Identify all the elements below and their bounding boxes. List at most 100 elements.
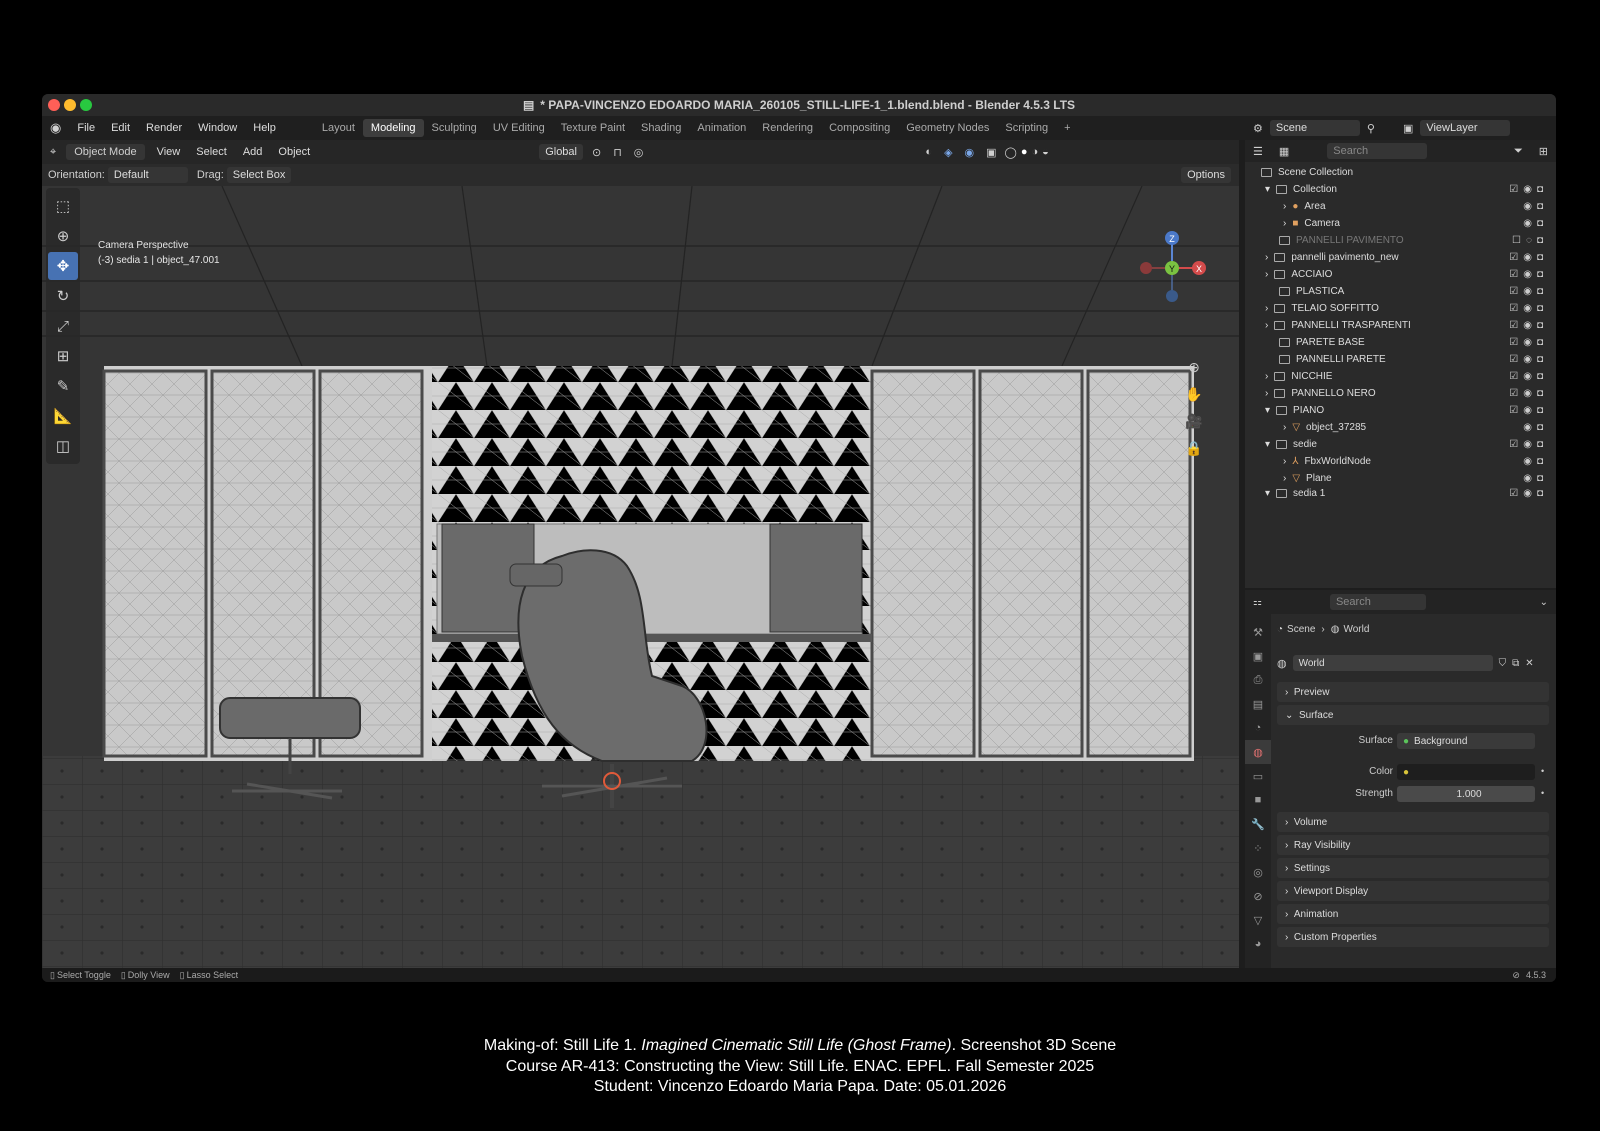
properties-editor-icon[interactable]: ⚏ <box>1253 597 1262 608</box>
outliner-row[interactable]: › ▽ Plane ◉◘ <box>1245 470 1556 487</box>
tab-scripting[interactable]: Scripting <box>997 119 1056 137</box>
material-shading-icon[interactable]: ◑ <box>1032 146 1039 158</box>
outliner-row[interactable]: ▾ PIANO ☑◉◘ <box>1245 402 1556 419</box>
menu-window[interactable]: Window <box>190 122 245 134</box>
new-world-icon[interactable]: ⧉ <box>1512 658 1519 669</box>
properties-search-input[interactable]: Search <box>1329 594 1426 610</box>
viewport-menu-object[interactable]: Object <box>270 146 318 158</box>
transform-icon[interactable]: ⊞ <box>48 342 78 370</box>
mode-dropdown[interactable]: Object Mode <box>66 144 145 160</box>
3d-viewport[interactable]: ⌖ Object Mode View Select Add Object Glo… <box>42 140 1239 968</box>
overlay-icon[interactable]: ◉ <box>965 146 975 159</box>
outliner-search-input[interactable]: Search <box>1327 143 1428 159</box>
scene-wireframe[interactable]: Z X Y <box>42 186 1239 968</box>
tab-sculpting[interactable]: Sculpting <box>424 119 485 137</box>
outliner-row[interactable]: › ⅄ FbxWorldNode ◉◘ <box>1245 453 1556 470</box>
options-dropdown[interactable]: Options <box>1181 167 1231 183</box>
tab-animation[interactable]: Animation <box>689 119 754 137</box>
outliner-row[interactable]: PANNELLI PARETE ☑◉◘ <box>1245 351 1556 368</box>
add-workspace-icon[interactable]: + <box>1056 119 1078 137</box>
panel-surface[interactable]: ⌄ Surface <box>1277 705 1549 725</box>
render-tab-icon[interactable]: ▣ <box>1245 644 1271 668</box>
outliner-row[interactable]: › TELAIO SOFFITTO ☑◉◘ <box>1245 300 1556 317</box>
filter-icon[interactable]: ⏷ <box>1514 145 1523 158</box>
properties-menu-icon[interactable]: ⌄ <box>1540 597 1548 608</box>
scale-icon[interactable]: ⤢ <box>48 312 78 340</box>
outliner-row[interactable]: › ■ Camera ◉◘ <box>1245 215 1556 232</box>
menu-edit[interactable]: Edit <box>103 122 138 134</box>
outliner-row[interactable]: › ▽ object_37285 ◉◘ <box>1245 419 1556 436</box>
outliner-row[interactable]: PLASTICA ☑◉◘ <box>1245 283 1556 300</box>
orientation-dropdown[interactable]: Default <box>107 167 188 183</box>
outliner-row[interactable]: PANNELLI PAVIMENTO ☐◌◘ <box>1245 232 1556 249</box>
pan-hand-icon[interactable]: ✋ <box>1182 382 1206 406</box>
move-icon[interactable]: ✥ <box>48 252 78 280</box>
outliner-row[interactable]: ▾ Collection ☑◉◘ <box>1245 181 1556 198</box>
object-tab-icon[interactable]: ■ <box>1245 788 1271 812</box>
camera-view-icon[interactable]: 🎥 <box>1182 409 1206 433</box>
wireframe-shading-icon[interactable]: ◯ <box>1005 146 1017 159</box>
tab-shading[interactable]: Shading <box>633 119 689 137</box>
lock-icon[interactable]: 🔒 <box>1182 436 1206 460</box>
outliner-editor-icon[interactable]: ☰ <box>1253 145 1263 158</box>
outliner-row[interactable]: › ● Area ◉◘ <box>1245 198 1556 215</box>
solid-shading-icon[interactable]: ● <box>1021 146 1028 158</box>
outliner-row-scene-collection[interactable]: Scene Collection <box>1245 164 1556 181</box>
xray-icon[interactable]: ▣ <box>986 146 996 159</box>
new-collection-icon[interactable]: ⊞ <box>1539 145 1548 158</box>
rendered-shading-icon[interactable]: ◒ <box>1042 146 1049 158</box>
select-box-icon[interactable]: ⬚ <box>48 192 78 220</box>
zoom-icon[interactable]: ⊕ <box>1182 355 1206 379</box>
unlink-icon[interactable]: ✕ <box>1525 658 1533 669</box>
surface-shader-field[interactable]: ● Background <box>1397 733 1535 749</box>
data-tab-icon[interactable]: ▽ <box>1245 908 1271 932</box>
viewport-menu-add[interactable]: Add <box>235 146 271 158</box>
maximize-window-button[interactable] <box>80 99 92 111</box>
panel-ray-visibility[interactable]: › Ray Visibility <box>1277 835 1549 855</box>
tab-modeling[interactable]: Modeling <box>362 119 424 137</box>
viewport-menu-view[interactable]: View <box>149 146 189 158</box>
material-tab-icon[interactable]: ◕ <box>1245 932 1271 956</box>
menu-render[interactable]: Render <box>138 122 190 134</box>
drag-dropdown[interactable]: Select Box <box>226 167 292 183</box>
keyframe-dot-icon[interactable]: • <box>1541 766 1544 776</box>
annotate-icon[interactable]: ✎ <box>48 372 78 400</box>
blender-logo-icon[interactable]: ◉ <box>42 120 69 136</box>
world-tab-icon[interactable]: ◍ <box>1245 740 1271 764</box>
minimize-window-button[interactable] <box>64 99 76 111</box>
physics-tab-icon[interactable]: ◎ <box>1245 860 1271 884</box>
add-cube-icon[interactable]: ◫ <box>48 432 78 460</box>
panel-viewport-display[interactable]: › Viewport Display <box>1277 881 1549 901</box>
collection-tab-icon[interactable]: ▭ <box>1245 764 1271 788</box>
outliner-row[interactable]: PARETE BASE ☑◉◘ <box>1245 334 1556 351</box>
scene-tab-icon[interactable]: ◔ <box>1245 716 1271 740</box>
panel-settings[interactable]: › Settings <box>1277 858 1549 878</box>
menu-file[interactable]: File <box>69 122 103 134</box>
fake-user-icon[interactable]: ⛉ <box>1499 658 1507 669</box>
panel-preview[interactable]: › Preview <box>1277 682 1549 702</box>
particles-tab-icon[interactable]: ⁘ <box>1245 836 1271 860</box>
outliner-row[interactable]: › PANNELLI TRASPARENTI ☑◉◘ <box>1245 317 1556 334</box>
output-tab-icon[interactable]: ⎙ <box>1245 668 1271 692</box>
strength-field[interactable]: 1.000 <box>1397 786 1535 802</box>
editor-type-icon[interactable]: ⌖ <box>50 146 56 159</box>
world-name-field[interactable]: World <box>1292 655 1493 671</box>
pin-icon[interactable]: ⚲ <box>1367 122 1375 135</box>
color-swatch[interactable]: ● <box>1397 764 1535 780</box>
panel-volume[interactable]: › Volume <box>1277 812 1549 832</box>
measure-icon[interactable]: 📐 <box>48 402 78 430</box>
outliner-row[interactable]: › NICCHIE ☑◉◘ <box>1245 368 1556 385</box>
pivot-icon[interactable]: ⊙ <box>592 146 601 159</box>
transform-orientation-dropdown[interactable]: Global <box>539 144 583 160</box>
outliner-row[interactable]: ▾ sedia 1 ☑◉◘ <box>1245 487 1556 499</box>
tool-tab-icon[interactable]: ⚒ <box>1245 620 1271 644</box>
outliner-row[interactable]: › pannelli pavimento_new ☑◉◘ <box>1245 249 1556 266</box>
proportional-edit-icon[interactable]: ◎ <box>634 146 644 159</box>
constraints-tab-icon[interactable]: ⊘ <box>1245 884 1271 908</box>
panel-custom-properties[interactable]: › Custom Properties <box>1277 927 1549 947</box>
cursor-icon[interactable]: ⊕ <box>48 222 78 250</box>
tab-rendering[interactable]: Rendering <box>754 119 821 137</box>
menu-help[interactable]: Help <box>245 122 284 134</box>
tab-geometry-nodes[interactable]: Geometry Nodes <box>898 119 997 137</box>
modifier-tab-icon[interactable]: 🔧 <box>1245 812 1271 836</box>
